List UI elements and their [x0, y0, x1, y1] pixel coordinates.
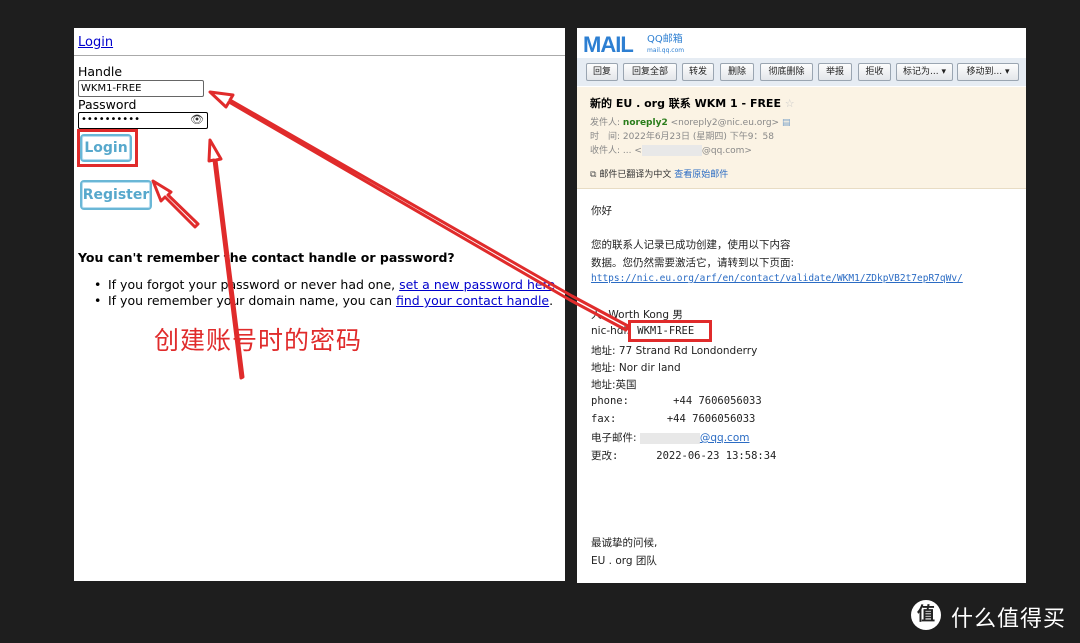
qq-mail-panel: MAIL QQ邮箱 mail.qq.com 回复 回复全部 转发 删除 彻底删除…: [577, 28, 1026, 583]
register-button[interactable]: Register: [80, 180, 152, 210]
chevron-down-icon: ▾: [941, 67, 946, 77]
smzdm-watermark: 什么值得买: [951, 607, 1067, 632]
team-signature: EU . org 团队: [591, 555, 657, 567]
annotation-password-note: 创建账号时的密码: [154, 326, 363, 355]
mail-subject: 新的 EU . org 联系 WKM 1 - FREE ☆: [590, 97, 795, 110]
divider: [74, 55, 565, 56]
greeting: 你好: [591, 205, 612, 217]
recipient-row: 收件人: ... < @qq.com>: [590, 145, 752, 156]
translate-icon: ⧉: [590, 170, 597, 180]
translation-bar: ⧉ 邮件已翻译为中文 查看原始邮件: [590, 170, 729, 180]
bullet-find-handle: • If you remember your domain name, you c…: [94, 293, 554, 308]
move-to-dropdown[interactable]: 移动到... ▾: [957, 63, 1019, 81]
chevron-down-icon: ▾: [1004, 67, 1010, 77]
time-row: 时 间: 2022年6月23日 (星期四) 下午9：58: [590, 132, 774, 142]
login-nav-link[interactable]: Login: [78, 35, 113, 50]
email-line: 电子邮件: @qq.com: [591, 432, 750, 444]
fax-line: fax: +44 7606056033: [591, 413, 756, 425]
phone-line: phone: +44 7606056033: [591, 395, 762, 407]
delete-permanently-button[interactable]: 彻底删除: [760, 63, 813, 81]
set-new-password-link[interactable]: set a new password here: [399, 277, 555, 292]
redacted-recipient: [641, 145, 702, 156]
find-contact-handle-link[interactable]: find your contact handle: [396, 293, 549, 308]
reply-all-button[interactable]: 回复全部: [623, 63, 677, 81]
handle-input[interactable]: WKM1-FREE: [78, 80, 204, 97]
login-page-panel: Login Handle WKM1-FREE Password ••••••••…: [74, 28, 565, 581]
nic-hdl-highlight: [628, 320, 712, 342]
qq-mail-logo: MAIL: [583, 32, 634, 57]
redacted-email: [639, 432, 700, 444]
validate-link-row: https://nic.eu.org/arf/en/contact/valida…: [591, 272, 963, 284]
handle-label: Handle: [78, 64, 123, 79]
show-password-eye-icon[interactable]: 👁: [190, 113, 204, 126]
address-line-1: 地址: 77 Strand Rd Londonderry: [591, 345, 758, 357]
password-value: ••••••••••: [81, 114, 140, 125]
forward-button[interactable]: 转发: [682, 63, 714, 81]
smzdm-logo-icon: 值: [911, 600, 941, 630]
email-link[interactable]: @qq.com: [700, 432, 750, 444]
body-line-1: 您的联系人记录已成功创建，使用以下内容: [591, 239, 791, 251]
mail-toolbar: 回复 回复全部 转发 删除 彻底删除 举报 拒收 标记为... ▾ 移动到...…: [577, 58, 1026, 86]
report-button[interactable]: 举报: [818, 63, 852, 81]
password-input[interactable]: •••••••••• 👁: [78, 112, 208, 129]
regards: 最诚挚的问候,: [591, 537, 658, 549]
sender-name[interactable]: noreply2: [623, 118, 668, 128]
reply-button[interactable]: 回复: [586, 63, 618, 81]
contact-card-icon[interactable]: ▤: [782, 118, 791, 128]
view-original-link[interactable]: 查看原始邮件: [674, 170, 728, 180]
bullet-forgot-password: • If you forgot your password or never ha…: [94, 277, 560, 292]
body-line-2: 数据。您仍然需要激活它，请转到以下页面:: [591, 257, 795, 269]
mail-header: 新的 EU . org 联系 WKM 1 - FREE ☆ 发件人: norep…: [577, 87, 1026, 189]
qq-mail-logo-text: QQ邮箱 mail.qq.com: [647, 34, 685, 54]
validate-link[interactable]: https://nic.eu.org/arf/en/contact/valida…: [591, 273, 963, 284]
forgot-question: You can't remember the contact handle or…: [78, 250, 455, 265]
star-icon[interactable]: ☆: [785, 97, 795, 110]
address-line-2: 地址: Nor dir land: [591, 362, 681, 374]
password-label: Password: [78, 97, 137, 112]
address-line-3: 地址:英国: [591, 379, 637, 391]
mark-as-dropdown[interactable]: 标记为... ▾: [896, 63, 953, 81]
sender-row: 发件人: noreply2 <noreply2@nic.eu.org> ▤: [590, 118, 791, 128]
delete-button[interactable]: 删除: [720, 63, 754, 81]
login-button-highlight: [77, 129, 138, 167]
reject-button[interactable]: 拒收: [858, 63, 891, 81]
changed-line: 更改: 2022-06-23 13:58:34: [591, 450, 777, 462]
